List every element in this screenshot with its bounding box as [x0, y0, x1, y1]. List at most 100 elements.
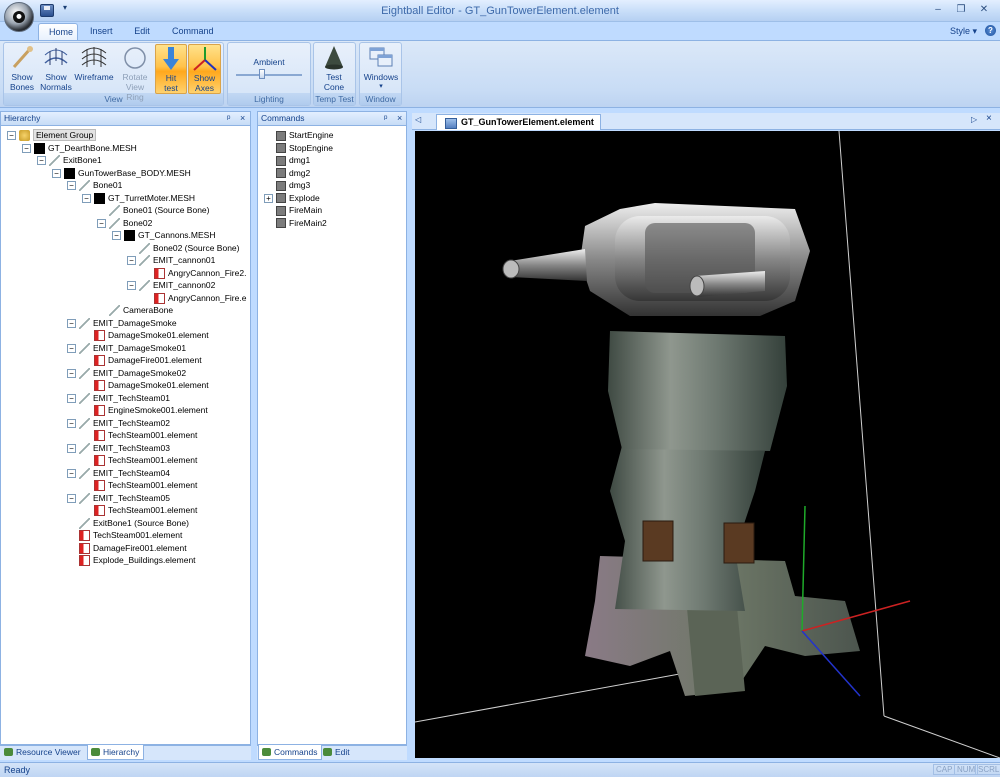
windows-button[interactable]: Windows ▾: [362, 44, 400, 94]
show-bones-button[interactable]: Show Bones: [4, 44, 40, 94]
tab-command[interactable]: Command: [162, 23, 218, 40]
expander-icon[interactable]: −: [112, 231, 121, 241]
expander-icon[interactable]: −: [67, 468, 76, 478]
rotate-view-ring-button[interactable]: Rotate View Ring: [116, 44, 154, 102]
tab-scroll-right[interactable]: ▷: [971, 115, 977, 124]
tree-node[interactable]: AngryCannon_Fire2.: [142, 267, 246, 279]
tree-node[interactable]: − EMIT_cannon02: [127, 279, 215, 292]
command-item[interactable]: dmg2: [264, 167, 310, 179]
expander-icon[interactable]: −: [67, 368, 76, 378]
expander-icon[interactable]: −: [82, 193, 91, 203]
restore-button[interactable]: ❐: [953, 3, 969, 17]
tree-node[interactable]: − GT_TurretMoter.MESH: [82, 192, 195, 204]
tree-node[interactable]: − Bone01: [67, 179, 122, 192]
tree-node[interactable]: − EMIT_TechSteam03: [67, 442, 170, 454]
command-item[interactable]: StartEngine: [264, 129, 333, 141]
tree-node[interactable]: DamageFire001.element: [67, 542, 187, 554]
tree-node[interactable]: TechSteam001.element: [82, 504, 197, 517]
tab-resource-viewer[interactable]: Resource Viewer: [1, 745, 85, 760]
tab-commands[interactable]: Commands: [258, 745, 323, 760]
tree-node[interactable]: − Bone02: [97, 217, 152, 229]
expander-icon[interactable]: −: [67, 418, 76, 428]
expander-icon[interactable]: −: [67, 443, 76, 453]
tree-node[interactable]: TechSteam001.element: [82, 429, 197, 442]
show-normals-label1: Show: [45, 72, 67, 82]
tab-hierarchy[interactable]: Hierarchy: [87, 745, 145, 760]
tree-node[interactable]: − EMIT_TechSteam01: [67, 392, 170, 404]
show-normals-button[interactable]: Show Normals: [38, 44, 74, 94]
expander-icon[interactable]: −: [127, 256, 136, 266]
expander-icon[interactable]: −: [7, 131, 16, 141]
tree-node-label: EMIT_TechSteam03: [93, 442, 171, 453]
status-text: Ready: [4, 765, 31, 775]
ambient-slider-track[interactable]: [236, 74, 302, 76]
tree-node[interactable]: DamageSmoke01.element: [82, 379, 209, 392]
expander-icon[interactable]: −: [67, 343, 76, 353]
wireframe-button[interactable]: Wireframe: [74, 44, 114, 94]
expander-icon[interactable]: −: [127, 281, 136, 291]
command-item[interactable]: + Explode: [264, 192, 320, 204]
tree-node[interactable]: − GunTowerBase_BODY.MESH: [52, 167, 191, 179]
tree-node[interactable]: DamageSmoke01.element: [82, 329, 209, 342]
tree-node[interactable]: ExitBone1 (Source Bone): [67, 517, 189, 529]
tree-node[interactable]: − EMIT_TechSteam05: [67, 492, 170, 504]
tree-node[interactable]: − EMIT_cannon01: [127, 254, 215, 267]
tree-node[interactable]: Explode_Buildings.element: [67, 554, 196, 567]
tree-node[interactable]: EngineSmoke001.element: [82, 404, 208, 417]
expander-icon[interactable]: −: [52, 168, 61, 178]
tree-node[interactable]: CameraBone: [97, 304, 173, 317]
pin-icon[interactable]: ᵖ: [227, 112, 230, 125]
tree-node[interactable]: − GT_Cannons.MESH: [112, 229, 215, 242]
command-item[interactable]: FireMain2: [264, 217, 327, 229]
tab-edit-panel[interactable]: Edit: [320, 745, 354, 760]
command-item[interactable]: dmg3: [264, 179, 310, 191]
tab-home[interactable]: Home: [38, 23, 78, 40]
application-menu-button[interactable]: [4, 2, 34, 32]
command-item[interactable]: StopEngine: [264, 142, 333, 154]
tree-node[interactable]: − EMIT_DamageSmoke01: [67, 342, 186, 354]
expander-icon[interactable]: −: [67, 181, 76, 191]
tab-scroll-left[interactable]: ◁: [415, 115, 421, 124]
tree-node[interactable]: − GT_DearthBone.MESH: [22, 142, 137, 154]
pin-icon[interactable]: ᵖ: [384, 112, 387, 125]
tree-node[interactable]: − EMIT_TechSteam04: [67, 467, 170, 479]
hit-test-button[interactable]: Hit test: [155, 44, 187, 94]
ambient-slider-thumb[interactable]: [259, 69, 265, 79]
scrl-indicator: SCRL: [975, 764, 1000, 775]
help-icon[interactable]: ?: [985, 25, 996, 36]
close-icon[interactable]: ×: [240, 112, 245, 125]
tree-node[interactable]: DamageFire001.element: [82, 354, 202, 367]
tab-insert[interactable]: Insert: [80, 23, 122, 40]
command-item[interactable]: FireMain: [264, 204, 322, 216]
expander-icon[interactable]: −: [22, 143, 31, 153]
tree-node[interactable]: − Element Group: [7, 129, 97, 142]
tree-node[interactable]: − EMIT_TechSteam02: [67, 417, 170, 429]
close-button[interactable]: ✕: [976, 3, 992, 17]
tree-node[interactable]: − ExitBone1: [37, 154, 102, 167]
close-icon[interactable]: ×: [397, 112, 402, 125]
expander-icon[interactable]: −: [67, 493, 76, 503]
tree-node[interactable]: TechSteam001.element: [82, 479, 197, 492]
windows-dropdown-icon: ▾: [379, 83, 383, 90]
tree-node[interactable]: AngryCannon_Fire.e: [142, 292, 246, 304]
tree-node[interactable]: TechSteam001.element: [82, 454, 197, 467]
expander-icon[interactable]: −: [37, 156, 46, 166]
tree-node[interactable]: Bone01 (Source Bone): [97, 204, 209, 217]
tree-node[interactable]: Bone02 (Source Bone): [127, 242, 239, 254]
command-item[interactable]: dmg1: [264, 154, 310, 166]
expander-icon[interactable]: +: [264, 193, 273, 203]
expander-icon[interactable]: −: [67, 318, 76, 328]
minimize-button[interactable]: –: [930, 3, 946, 17]
document-tab[interactable]: GT_GunTowerElement.element: [436, 114, 601, 130]
test-cone-button[interactable]: Test Cone: [316, 44, 352, 94]
style-menu[interactable]: Style ▾: [950, 26, 977, 37]
3d-viewport[interactable]: [415, 131, 1000, 758]
tab-edit[interactable]: Edit: [124, 23, 160, 40]
expander-icon[interactable]: −: [67, 393, 76, 403]
tree-node[interactable]: TechSteam001.element: [67, 529, 182, 542]
expander-icon[interactable]: −: [97, 218, 106, 228]
tree-node[interactable]: − EMIT_DamageSmoke02: [67, 367, 186, 379]
show-axes-button[interactable]: Show Axes: [188, 44, 221, 94]
tree-node[interactable]: − EMIT_DamageSmoke: [67, 317, 177, 329]
document-close-icon[interactable]: ×: [986, 113, 992, 124]
